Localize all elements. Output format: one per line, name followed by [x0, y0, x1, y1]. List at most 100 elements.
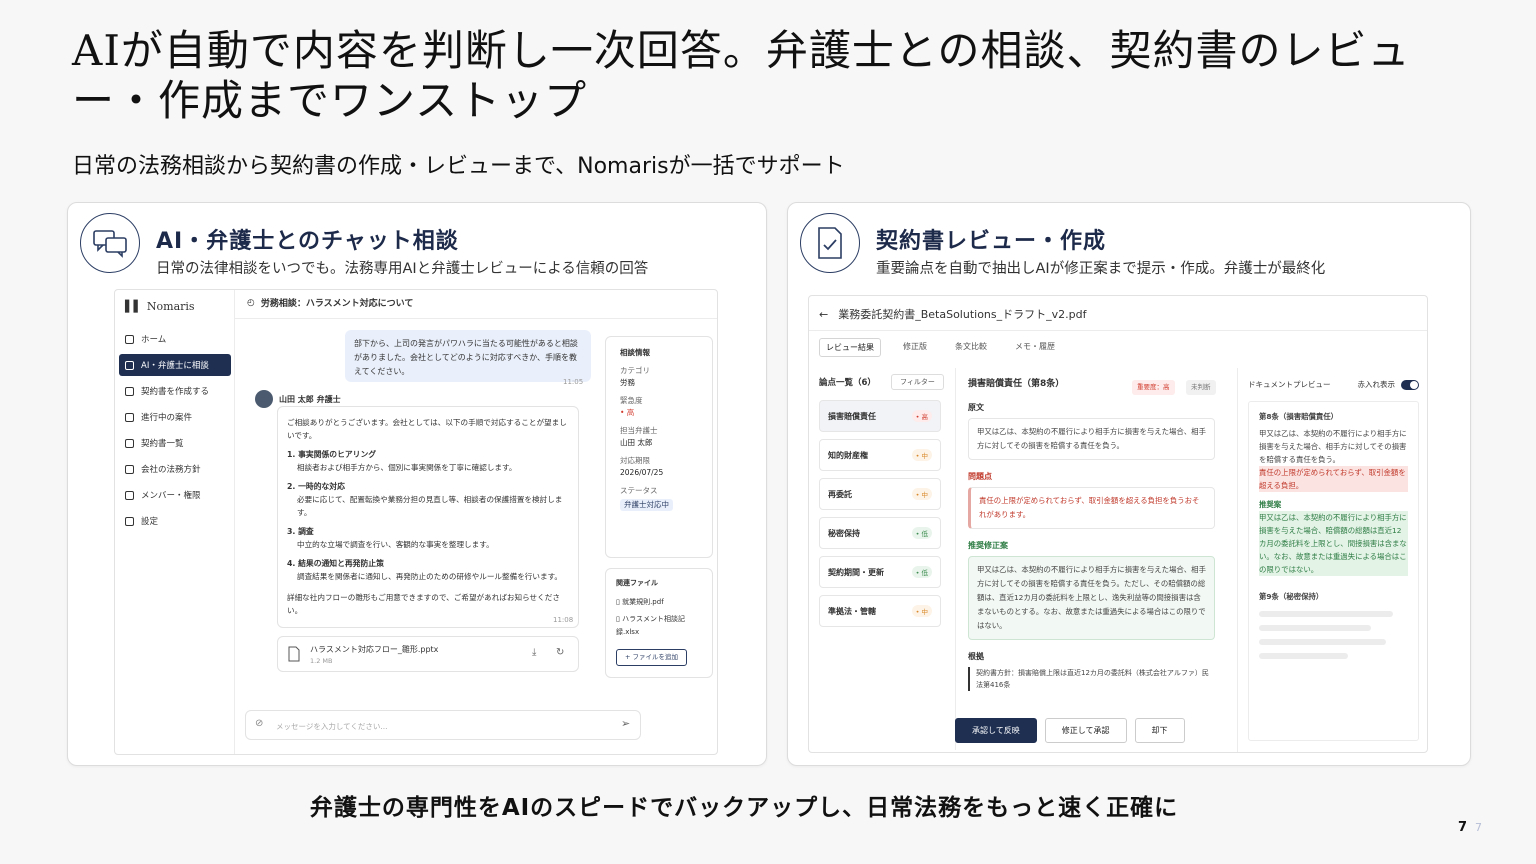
urgency-badge: • 高 — [620, 408, 635, 417]
review-card-title: 契約書レビュー・作成 — [876, 229, 1107, 254]
issue-item[interactable]: 再委託 • 中 — [819, 478, 941, 510]
bottom-message: 弁護士の専門性をAIのスピードでバックアップし、日常法務をもっと速く正確に — [309, 795, 1179, 821]
issue-item[interactable]: 知的財産権 • 中 — [819, 439, 941, 471]
placeholder-line — [1259, 639, 1386, 645]
tab-compare[interactable]: 条文比較 — [949, 338, 993, 357]
slide-title: AIが自動で内容を判断し一次回答。弁護士との相談、契約書のレビュー・作成までワン… — [72, 26, 1411, 125]
redline-toggle[interactable]: 赤入れ表示 — [1358, 378, 1419, 391]
placeholder-line — [1259, 611, 1394, 617]
list-item[interactable]: ▯ 就業規則.pdf — [616, 596, 702, 609]
fix-text: 甲又は乙は、本契約の不履行により相手方に損害を与えた場合、相手方に対してその損害… — [968, 556, 1215, 640]
chat-icon — [125, 360, 134, 370]
users-icon — [125, 490, 134, 500]
building-icon — [125, 464, 134, 474]
reply-time: 11:08 — [553, 616, 574, 624]
related-files-panel: 関連ファイル ▯ 就業規則.pdf ▯ ハラスメント相談記録.xlsx + ファ… — [605, 568, 713, 678]
basis-text: 契約書方針：損害賠償上限は直近12カ月の委託料（株式会社アルファ）民法第416条 — [968, 667, 1215, 691]
chat-consult-card: AI・弁護士とのチャット相談 日常の法律相談をいつでも。法務専用AIと弁護士レビ… — [67, 202, 767, 766]
list-item: 4. 結果の通知と再発防止策 調査結果を関係者に通知し、再発防止のための研修やルー… — [287, 559, 563, 581]
info-label: 担当弁護士 — [620, 426, 658, 435]
download-icon[interactable]: ⤓ — [532, 647, 536, 658]
user-message-time: 11:05 — [563, 378, 584, 386]
file-icon — [288, 646, 300, 662]
document-icon — [125, 386, 134, 396]
chat-card-desc: 日常の法律相談をいつでも。法務専用AIと弁護士レビューによる信頼の回答 — [156, 261, 649, 277]
divider — [235, 318, 717, 319]
placeholder-line — [1259, 653, 1349, 659]
toggle-switch[interactable] — [1401, 380, 1419, 390]
sidebar-item-ai-consult[interactable]: AI・弁護士に相談 — [119, 354, 231, 376]
chat-app-screenshot: ▌▌ Nomaris ホーム AI・弁護士に相談 契約書を作成する 進行中の案件 … — [114, 289, 718, 755]
fix-label: 推奨修正案 — [968, 541, 1008, 550]
fix-heading: 推奨案 — [1259, 500, 1282, 509]
tab-revised[interactable]: 修正版 — [897, 338, 933, 357]
sidebar-item-members[interactable]: メンバー・権限 — [119, 484, 231, 506]
clock-icon: ◴ — [247, 297, 255, 308]
tab-review-result[interactable]: レビュー結果 — [819, 338, 881, 357]
filter-button[interactable]: フィルター — [891, 374, 944, 390]
edit-approve-button[interactable]: 修正して承認 — [1044, 718, 1127, 743]
lawyer-reply: ご相談ありがとうございます。会社としては、以下の手順で対応することが望ましいです… — [277, 406, 579, 628]
info-value: 労務 — [620, 378, 635, 387]
refresh-icon[interactable]: ↻ — [556, 647, 564, 658]
review-app-screenshot: ← 業務委託契約書_BetaSolutions_ドラフト_v2.pdf レビュー… — [808, 295, 1428, 753]
sidebar-item-policy[interactable]: 会社の法務方針 — [119, 458, 231, 480]
issue-item[interactable]: 秘密保持 • 低 — [819, 517, 941, 549]
sidebar-item-ongoing[interactable]: 進行中の案件 — [119, 406, 231, 428]
file-title: 業務委託契約書_BetaSolutions_ドラフト_v2.pdf — [838, 308, 1087, 321]
attachment-card[interactable]: ハラスメント対応フロー_雛形.pptx 1.2 MB ⤓ ↻ — [277, 636, 579, 672]
home-icon — [125, 334, 134, 344]
sidebar-item-contract-list[interactable]: 契約書一覧 — [119, 432, 231, 454]
back-arrow-icon[interactable]: ← — [819, 308, 828, 321]
file-header: ← 業務委託契約書_BetaSolutions_ドラフト_v2.pdf — [819, 306, 1086, 322]
chat-card-title: AI・弁護士とのチャット相談 — [156, 229, 459, 254]
info-label: カテゴリ — [620, 366, 650, 375]
original-text: 甲又は乙は、本契約の不履行により相手方に損害を与えた場合、相手方に対してその損害… — [968, 418, 1215, 460]
message-input[interactable]: メッセージを入力してください... — [245, 710, 641, 740]
app-logo: ▌▌ Nomaris — [125, 300, 195, 313]
app-sidebar: ▌▌ Nomaris ホーム AI・弁護士に相談 契約書を作成する 進行中の案件 … — [115, 290, 235, 754]
attachment-size: 1.2 MB — [310, 657, 333, 665]
thread-title: ◴ 労務相談：ハラスメント対応について — [247, 297, 414, 310]
tab-memo[interactable]: メモ・履歴 — [1009, 338, 1061, 357]
sidebar-item-home[interactable]: ホーム — [119, 328, 231, 350]
preview-document: 第8条（損害賠償責任） 甲又は乙は、本契約の不履行により相手方に損害を与えた場合… — [1248, 401, 1419, 741]
review-tabs: レビュー結果 修正版 条文比較 メモ・履歴 — [819, 338, 1061, 357]
issue-item[interactable]: 準拠法・管轄 • 中 — [819, 595, 941, 627]
info-label: 対応期限 — [620, 456, 650, 465]
list-item: 3. 調査 中立的な立場で調査を行い、客観的な事実を整理します。 — [287, 527, 494, 549]
divider — [809, 330, 1427, 331]
issues-title: 論点一覧（6） — [819, 378, 876, 388]
issue-item[interactable]: 契約期間・更新 • 低 — [819, 556, 941, 588]
page-number: 77 — [1457, 820, 1482, 835]
status-badge: 弁護士対応中 — [620, 499, 673, 511]
attach-icon[interactable]: ⊘ — [255, 718, 263, 729]
list-icon — [125, 438, 134, 448]
attachment-name: ハラスメント対応フロー_雛形.pptx — [310, 645, 439, 654]
files-heading: 関連ファイル — [616, 579, 658, 587]
detail-title: 損害賠償責任（第8条） — [968, 379, 1065, 389]
reply-outro: 詳細な社内フローの雛形もご用意できますので、ご希望があればお知らせください。 — [287, 593, 560, 615]
issue-item[interactable]: 損害賠償責任 • 高 — [819, 400, 941, 432]
document-check-icon — [800, 213, 860, 273]
list-item[interactable]: ▯ ハラスメント相談記録.xlsx — [616, 613, 702, 639]
send-icon[interactable]: ➢ — [621, 717, 630, 730]
gear-icon — [125, 516, 134, 526]
info-heading: 相談情報 — [620, 348, 650, 357]
article-heading: 第8条（損害賠償責任） — [1259, 412, 1339, 421]
sidebar-item-settings[interactable]: 設定 — [119, 510, 231, 532]
info-label: 緊急度 — [620, 396, 643, 405]
sidebar-item-create-contract[interactable]: 契約書を作成する — [119, 380, 231, 402]
review-card-desc: 重要論点を自動で抽出しAIが修正案まで提示・作成。弁護士が最終化 — [876, 261, 1326, 277]
reject-button[interactable]: 却下 — [1134, 718, 1185, 743]
info-value: 山田 太郎 — [620, 438, 653, 447]
problem-text: 責任の上限が定められておらず、取引金額を超える負担を負うおそれがあります。 — [968, 487, 1215, 529]
lawyer-name: 山田 太郎 弁護士 — [279, 395, 341, 404]
chat-bubbles-icon — [80, 213, 140, 273]
preview-header: ドキュメントプレビュー 赤入れ表示 — [1248, 378, 1419, 391]
article-text: 甲又は乙は、本契約の不履行により相手方に損害を与えた場合、相手方に対してその損害… — [1259, 429, 1407, 464]
add-file-button[interactable]: + ファイルを追加 — [616, 649, 688, 666]
placeholder-line — [1259, 625, 1371, 631]
info-value: 2026/07/25 — [620, 468, 664, 477]
approve-reflect-button[interactable]: 承認して反映 — [955, 718, 1037, 743]
